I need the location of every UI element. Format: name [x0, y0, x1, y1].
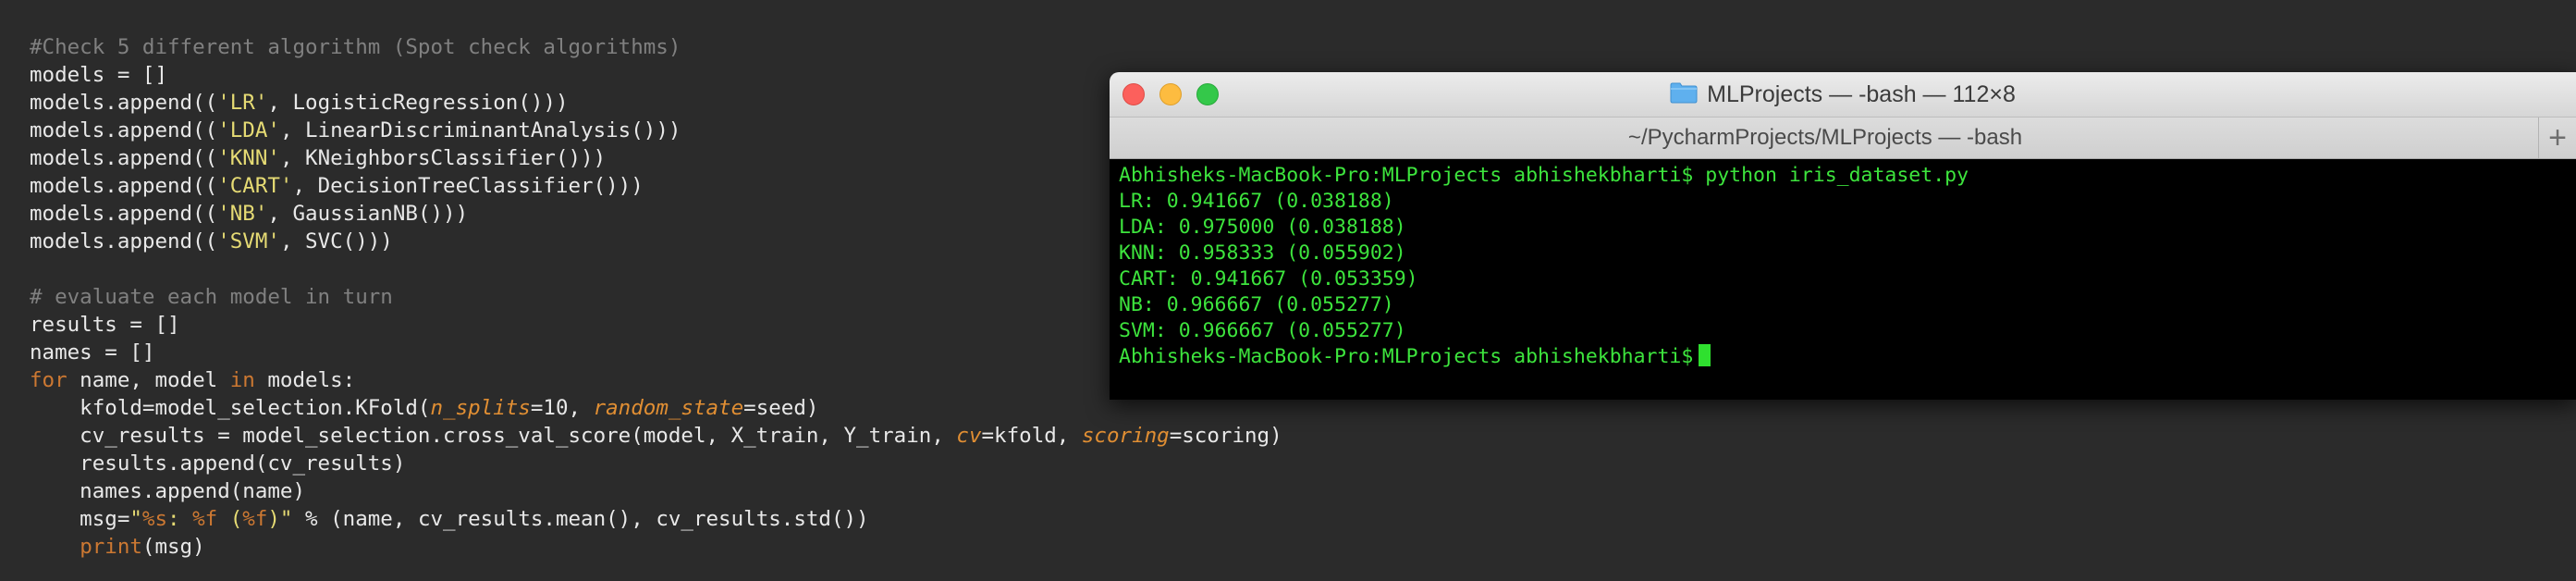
terminal-prompt-line: Abhisheks-MacBook-Pro:MLProjects abhishe…	[1119, 344, 1711, 370]
code-token: (msg)	[141, 535, 205, 559]
code-token: results = []	[30, 313, 180, 337]
code-token: models.append((	[30, 202, 218, 226]
code-token: models.append((	[30, 118, 218, 142]
window-title-group: MLProjects — -bash — 112×8	[1110, 72, 2576, 117]
terminal-line: LR: 0.941667 (0.038188)	[1119, 190, 1394, 213]
folder-icon	[1670, 81, 1698, 108]
code-line: print(msg)	[30, 533, 205, 561]
terminal-line: Abhisheks-MacBook-Pro:MLProjects abhishe…	[1119, 164, 1969, 187]
code-token: models.append((	[30, 174, 218, 198]
code-token: 'NB'	[217, 202, 268, 226]
code-token: names = []	[30, 340, 155, 365]
code-line: models.append(('LDA', LinearDiscriminant…	[30, 117, 681, 144]
code-token: models.append((	[30, 229, 218, 253]
code-token: cv_results = model_selection.cross_val_s…	[30, 424, 957, 448]
code-line: names.append(name)	[30, 477, 305, 505]
code-line: for name, model in models:	[30, 366, 355, 394]
code-token: %f	[192, 507, 218, 531]
code-token: 'LDA'	[217, 118, 280, 142]
code-token: =10,	[530, 396, 594, 420]
code-line: cv_results = model_selection.cross_val_s…	[30, 422, 1282, 450]
code-line: # evaluate each model in turn	[30, 283, 393, 311]
code-token: models.append((	[30, 91, 218, 115]
code-line: #Check 5 different algorithm (Spot check…	[30, 33, 681, 61]
code-token: % (name, cv_results.mean(), cv_results.s…	[292, 507, 869, 531]
terminal-window[interactable]: MLProjects — -bash — 112×8 ~/PycharmProj…	[1110, 72, 2576, 400]
code-line: models.append(('LR', LogisticRegression(…	[30, 89, 569, 117]
code-token: , GaussianNB()))	[267, 202, 469, 226]
tab-title[interactable]: ~/PycharmProjects/MLProjects — -bash	[1110, 117, 2541, 158]
code-line: kfold=model_selection.KFold(n_splits=10,…	[30, 394, 818, 422]
code-line: names = []	[30, 339, 154, 366]
terminal-output[interactable]: Abhisheks-MacBook-Pro:MLProjects abhishe…	[1110, 159, 2576, 400]
code-token: cv	[956, 424, 982, 448]
code-token: names.append(name)	[30, 479, 306, 503]
code-token: scoring	[1081, 424, 1170, 448]
code-token: random_state	[593, 396, 744, 420]
code-token: %f	[242, 507, 268, 531]
code-token: (	[217, 507, 243, 531]
code-token: , KNeighborsClassifier()))	[279, 146, 607, 170]
code-token: , DecisionTreeClassifier()))	[292, 174, 644, 198]
terminal-line: SVM: 0.966667 (0.055277)	[1119, 319, 1406, 342]
code-token: name, model	[67, 368, 230, 392]
code-token: , LogisticRegression()))	[267, 91, 569, 115]
code-line: models.append(('NB', GaussianNB()))	[30, 200, 468, 228]
code-token: print	[80, 535, 142, 559]
code-token: 'SVM'	[217, 229, 280, 253]
new-tab-button[interactable]: +	[2538, 117, 2576, 158]
code-token: )"	[267, 507, 293, 531]
code-token: # evaluate each model in turn	[30, 285, 393, 309]
terminal-line: CART: 0.941667 (0.053359)	[1119, 267, 1418, 290]
terminal-prompt: Abhisheks-MacBook-Pro:MLProjects abhishe…	[1119, 345, 1694, 368]
code-token: , LinearDiscriminantAnalysis()))	[279, 118, 681, 142]
code-token: msg=	[30, 507, 130, 531]
code-token: , SVC()))	[279, 229, 393, 253]
code-token: models:	[254, 368, 356, 392]
code-line: models.append(('CART', DecisionTreeClass…	[30, 172, 644, 200]
terminal-line: LDA: 0.975000 (0.038188)	[1119, 216, 1406, 239]
code-token: %s	[141, 507, 168, 531]
code-token: results.append(cv_results)	[30, 451, 406, 476]
code-token: models = []	[30, 63, 168, 87]
terminal-titlebar[interactable]: MLProjects — -bash — 112×8	[1110, 72, 2576, 117]
code-line: models = []	[30, 61, 167, 89]
code-token: :	[167, 507, 193, 531]
code-line: msg="%s: %f (%f)" % (name, cv_results.me…	[30, 505, 869, 533]
code-token: for	[30, 368, 67, 392]
terminal-cursor	[1699, 344, 1711, 366]
terminal-line: NB: 0.966667 (0.055277)	[1119, 293, 1394, 316]
code-line: results = []	[30, 311, 180, 339]
code-token: in	[229, 368, 255, 392]
code-token: n_splits	[430, 396, 531, 420]
code-line: models.append(('KNN', KNeighborsClassifi…	[30, 144, 606, 172]
code-token: kfold=model_selection.KFold(	[30, 396, 431, 420]
window-title: MLProjects — -bash — 112×8	[1707, 80, 2016, 107]
code-token: #Check 5 different algorithm (Spot check…	[30, 35, 681, 59]
code-token: 'CART'	[217, 174, 293, 198]
code-token: 'KNN'	[217, 146, 280, 170]
code-token: "	[129, 507, 142, 531]
code-token: 'LR'	[217, 91, 268, 115]
code-token: =kfold,	[981, 424, 1082, 448]
code-token: models.append((	[30, 146, 218, 170]
code-line: results.append(cv_results)	[30, 450, 405, 477]
code-line: models.append(('SVM', SVC()))	[30, 228, 393, 255]
terminal-tab-bar: ~/PycharmProjects/MLProjects — -bash +	[1110, 117, 2576, 159]
terminal-line: KNN: 0.958333 (0.055902)	[1119, 241, 1406, 265]
code-token: =scoring)	[1169, 424, 1282, 448]
code-token: =seed)	[743, 396, 819, 420]
